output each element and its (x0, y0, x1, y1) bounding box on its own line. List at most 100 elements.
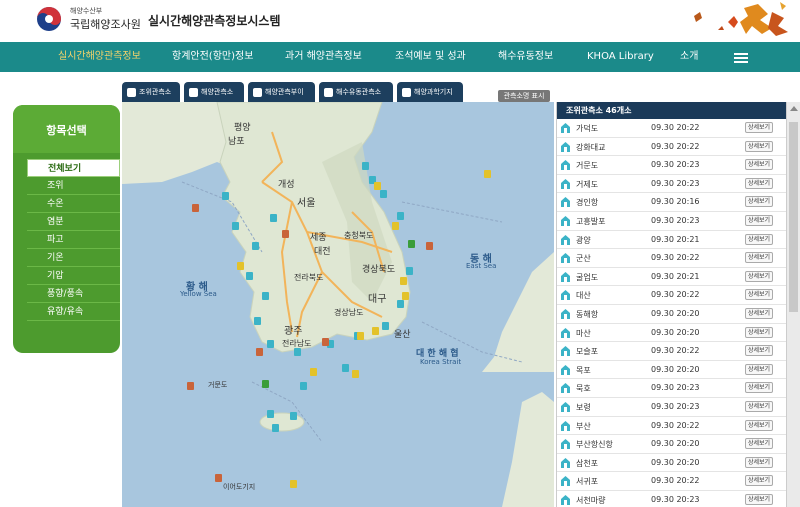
detail-button[interactable]: 상세보기 (745, 475, 773, 487)
org-name[interactable]: 국립해양조사원 (70, 16, 141, 32)
nav-past-observation[interactable]: 과거 해양관측정보 (285, 42, 362, 72)
detail-button[interactable]: 상세보기 (745, 196, 773, 208)
station-name[interactable]: 목포 (576, 365, 591, 376)
station-name[interactable]: 고흥발포 (576, 216, 605, 227)
sidebar-item-wave[interactable]: 파고 (27, 231, 120, 249)
station-row[interactable]: 모슬포 09.30 20:22 상세보기 (557, 342, 786, 361)
sidebar-item-tide[interactable]: 조위 (27, 177, 120, 195)
detail-button[interactable]: 상세보기 (745, 326, 773, 338)
station-name[interactable]: 가덕도 (576, 123, 598, 134)
detail-button[interactable]: 상세보기 (745, 456, 773, 468)
station-name[interactable]: 거제도 (576, 179, 598, 190)
station-name[interactable]: 모슬포 (576, 346, 598, 357)
panel-scrollbar[interactable] (786, 102, 800, 507)
detail-button[interactable]: 상세보기 (745, 345, 773, 357)
station-row[interactable]: 고흥발포 09.30 20:23 상세보기 (557, 212, 786, 231)
station-name[interactable]: 부산항신항 (576, 439, 613, 450)
station-row[interactable]: 마산 09.30 20:20 상세보기 (557, 324, 786, 343)
sidebar-item-all[interactable]: 전체보기 (27, 159, 120, 177)
system-title[interactable]: 실시간해양관측정보시스템 (148, 12, 280, 29)
station-row[interactable]: 가덕도 09.30 20:22 상세보기 (557, 119, 786, 138)
station-row[interactable]: 거문도 09.30 20:23 상세보기 (557, 156, 786, 175)
detail-button[interactable]: 상세보기 (745, 270, 773, 282)
station-time: 09.30 20:22 (651, 290, 700, 300)
station-row[interactable]: 강화대교 09.30 20:22 상세보기 (557, 138, 786, 157)
station-name[interactable]: 거문도 (576, 160, 598, 171)
map-label-geomundo: 거문도 (208, 381, 228, 389)
detail-button[interactable]: 상세보기 (745, 363, 773, 375)
detail-button[interactable]: 상세보기 (745, 177, 773, 189)
station-row[interactable]: 서천마량 09.30 20:23 상세보기 (557, 491, 786, 507)
station-row[interactable]: 대산 09.30 20:22 상세보기 (557, 286, 786, 305)
tab-current-station[interactable]: 해수유동관측소 (319, 82, 393, 102)
nav-about[interactable]: 소개 (680, 42, 698, 72)
station-name[interactable]: 군산 (576, 253, 591, 264)
detail-button[interactable]: 상세보기 (745, 140, 773, 152)
tide-station-icon (561, 439, 570, 450)
nav-port-safety[interactable]: 항계안전(항만)정보 (172, 42, 253, 72)
detail-button[interactable]: 상세보기 (745, 438, 773, 450)
station-row[interactable]: 동해항 09.30 20:20 상세보기 (557, 305, 786, 324)
station-row[interactable]: 보령 09.30 20:23 상세보기 (557, 398, 786, 417)
station-name[interactable]: 경인항 (576, 197, 598, 208)
station-time: 09.30 20:23 (651, 494, 700, 504)
station-row[interactable]: 목포 09.30 20:20 상세보기 (557, 361, 786, 380)
station-name[interactable]: 보령 (576, 402, 591, 413)
map-canvas[interactable] (122, 102, 554, 507)
detail-button[interactable]: 상세보기 (745, 233, 773, 245)
tab-buoy[interactable]: 해양관측부이 (248, 82, 315, 102)
station-name[interactable]: 부산 (576, 421, 591, 432)
station-row[interactable]: 서귀포 09.30 20:22 상세보기 (557, 472, 786, 491)
station-name[interactable]: 동해항 (576, 309, 598, 320)
sidebar-item-air-temp[interactable]: 기온 (27, 249, 120, 267)
tab-ocean-station[interactable]: 해양관측소 (184, 82, 244, 102)
show-station-names-button[interactable]: 관측소명 표시 (498, 90, 550, 102)
nav-realtime[interactable]: 실시간해양관측정보 (58, 42, 141, 72)
detail-button[interactable]: 상세보기 (745, 214, 773, 226)
station-name[interactable]: 서귀포 (576, 476, 598, 487)
station-row[interactable]: 부산 09.30 20:22 상세보기 (557, 417, 786, 436)
station-name[interactable]: 굴업도 (576, 272, 598, 283)
menu-icon[interactable] (734, 53, 748, 63)
station-row[interactable]: 굴업도 09.30 20:21 상세보기 (557, 268, 786, 287)
tab-tide-station[interactable]: 조위관측소 (122, 82, 180, 102)
nav-tide-forecast[interactable]: 조석예보 및 성과 (395, 42, 466, 72)
nav-current-info[interactable]: 해수유동정보 (498, 42, 553, 72)
station-row[interactable]: 부산항신항 09.30 20:20 상세보기 (557, 435, 786, 454)
sidebar-item-salinity[interactable]: 염분 (27, 213, 120, 231)
map-label-nampo: 남포 (228, 137, 245, 147)
station-row[interactable]: 거제도 09.30 20:23 상세보기 (557, 175, 786, 194)
station-row[interactable]: 광양 09.30 20:21 상세보기 (557, 231, 786, 250)
detail-button[interactable]: 상세보기 (745, 419, 773, 431)
station-time: 09.30 20:23 (651, 178, 700, 188)
detail-button[interactable]: 상세보기 (745, 307, 773, 319)
station-row[interactable]: 군산 09.30 20:22 상세보기 (557, 249, 786, 268)
sidebar-item-wind[interactable]: 풍향/풍속 (27, 285, 120, 303)
sidebar-item-water-temp[interactable]: 수온 (27, 195, 120, 213)
government-logo-icon[interactable] (36, 6, 62, 32)
sidebar-item-pressure[interactable]: 기압 (27, 267, 120, 285)
station-row[interactable]: 삼천포 09.30 20:20 상세보기 (557, 454, 786, 473)
nav-khoa-library[interactable]: KHOA Library (587, 42, 654, 72)
sidebar-item-current[interactable]: 유향/유속 (27, 303, 120, 321)
station-name[interactable]: 묵호 (576, 383, 591, 394)
station-name[interactable]: 대산 (576, 290, 591, 301)
detail-button[interactable]: 상세보기 (745, 289, 773, 301)
detail-button[interactable]: 상세보기 (745, 159, 773, 171)
detail-button[interactable]: 상세보기 (745, 252, 773, 264)
tab-science-base[interactable]: 해양과학기지 (397, 82, 463, 102)
detail-button[interactable]: 상세보기 (745, 400, 773, 412)
station-name[interactable]: 삼천포 (576, 458, 598, 469)
station-name[interactable]: 서천마량 (576, 495, 605, 506)
detail-button[interactable]: 상세보기 (745, 382, 773, 394)
station-name[interactable]: 마산 (576, 328, 591, 339)
station-map[interactable]: 평양 남포 개성 서울 세종 대전 경상북도 충청북도 전라북도 대구 경상남도… (122, 102, 554, 507)
station-row[interactable]: 묵호 09.30 20:23 상세보기 (557, 379, 786, 398)
detail-button[interactable]: 상세보기 (745, 122, 773, 133)
station-name[interactable]: 광양 (576, 235, 591, 246)
station-row[interactable]: 경인항 09.30 20:16 상세보기 (557, 193, 786, 212)
detail-button[interactable]: 상세보기 (745, 493, 773, 505)
scroll-up-icon[interactable] (790, 106, 798, 111)
scroll-thumb[interactable] (789, 122, 798, 312)
station-name[interactable]: 강화대교 (576, 142, 605, 153)
